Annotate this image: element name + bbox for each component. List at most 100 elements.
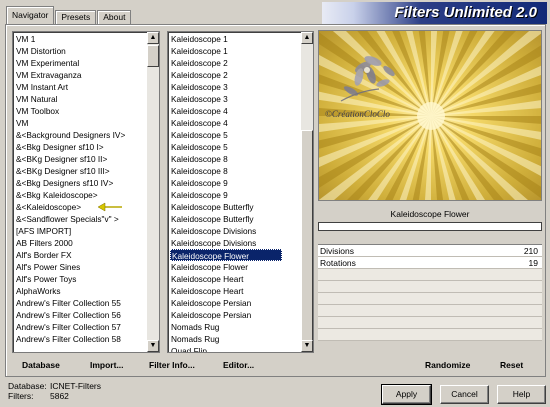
category-item[interactable]: Alf's Power Toys xyxy=(16,273,159,285)
filter-item[interactable]: Nomads Rug xyxy=(171,333,313,345)
filter-info-button[interactable]: Filter Info... xyxy=(149,358,195,372)
category-item[interactable]: Alf's Power Sines xyxy=(16,261,159,273)
help-button[interactable]: Help xyxy=(497,385,546,404)
category-item[interactable]: &<Kaleidoscope> xyxy=(16,201,159,213)
param-row-empty xyxy=(318,281,542,293)
filters-label: Filters: xyxy=(8,391,34,401)
category-item[interactable]: &<Bkg Kaleidoscope> xyxy=(16,189,159,201)
tab-navigator[interactable]: Navigator xyxy=(6,6,55,24)
filter-item[interactable]: Kaleidoscope 5 xyxy=(171,141,313,153)
param-value: 210 xyxy=(523,246,538,256)
filter-item[interactable]: Kaleidoscope Flower xyxy=(171,261,313,273)
category-item[interactable]: [AFS IMPORT] xyxy=(16,225,159,237)
category-item[interactable]: &<Bkg Designers sf10 IV> xyxy=(16,177,159,189)
progress-bar xyxy=(318,222,542,231)
param-row-empty xyxy=(318,305,542,317)
filter-item[interactable]: Kaleidoscope 8 xyxy=(171,153,313,165)
category-item[interactable]: &<Sandflower Specials"v" > xyxy=(16,213,159,225)
filter-item[interactable]: Kaleidoscope 3 xyxy=(171,93,313,105)
category-item[interactable]: &<BKg Designer sf10 II> xyxy=(16,153,159,165)
filter-list[interactable]: Kaleidoscope 1 Kaleidoscope 1 Kaleidoscope… xyxy=(167,31,314,353)
filter-item[interactable]: Kaleidoscope Divisions xyxy=(171,225,313,237)
title-banner: Filters Unlimited 2.0 xyxy=(322,2,547,24)
cancel-button[interactable]: Cancel xyxy=(440,385,489,404)
filter-item[interactable]: Kaleidoscope 9 xyxy=(171,189,313,201)
category-item[interactable]: VM Distortion xyxy=(16,45,159,57)
filter-item[interactable]: Kaleidoscope Persian xyxy=(171,309,313,321)
param-value: 19 xyxy=(528,258,538,268)
filter-item[interactable]: Quad Flip xyxy=(171,345,313,352)
param-row-empty xyxy=(318,269,542,281)
filter-item[interactable]: Kaleidoscope 4 xyxy=(171,105,313,117)
parameter-panel: Divisions 210 Rotations 19 xyxy=(318,244,542,350)
scroll-up-icon[interactable]: ▲ xyxy=(301,32,313,44)
kaleidoscope-preview: ©CréationCloClo xyxy=(319,31,541,200)
editor-button[interactable]: Editor... xyxy=(223,358,254,372)
param-row-empty xyxy=(318,293,542,305)
current-filter-name: Kaleidoscope Flower xyxy=(390,209,470,219)
filter-item[interactable]: Kaleidoscope 2 xyxy=(171,57,313,69)
randomize-button[interactable]: Randomize xyxy=(425,358,470,372)
filter-item[interactable]: Kaleidoscope Butterfly xyxy=(171,201,313,213)
filter-item[interactable]: Kaleidoscope Flower xyxy=(170,249,282,261)
category-item[interactable]: VM xyxy=(16,117,159,129)
category-item[interactable]: Alf's Border FX xyxy=(16,249,159,261)
filter-item[interactable]: Kaleidoscope Heart xyxy=(171,273,313,285)
category-item[interactable]: VM Experimental xyxy=(16,57,159,69)
reset-button[interactable]: Reset xyxy=(500,358,523,372)
filter-item[interactable]: Kaleidoscope Divisions xyxy=(171,237,313,249)
filter-item[interactable]: Kaleidoscope 4 xyxy=(171,117,313,129)
category-item[interactable]: Andrew's Filter Collection 56 xyxy=(16,309,159,321)
category-item[interactable]: &<BKg Designer sf10 III> xyxy=(16,165,159,177)
tab-about[interactable]: About xyxy=(97,10,132,24)
database-label: Database: xyxy=(8,381,47,391)
category-item[interactable]: Andrew's Filter Collection 55 xyxy=(16,297,159,309)
filter-item[interactable]: Kaleidoscope 2 xyxy=(171,69,313,81)
status-area: Database: ICNET-Filters Filters: 5862 xyxy=(8,381,101,401)
category-scroll-thumb[interactable] xyxy=(147,45,159,67)
filter-item[interactable]: Kaleidoscope 9 xyxy=(171,177,313,189)
category-item[interactable]: VM Natural xyxy=(16,93,159,105)
category-item[interactable]: Andrew's Filter Collection 57 xyxy=(16,321,159,333)
filter-item[interactable]: Kaleidoscope Butterfly xyxy=(171,213,313,225)
filter-item[interactable]: Kaleidoscope Heart xyxy=(171,285,313,297)
watermark-text: ©CréationCloClo xyxy=(325,109,390,119)
category-list[interactable]: VM 1 VM Distortion VM Experimental VM Extra… xyxy=(12,31,160,353)
category-item[interactable]: VM 1 xyxy=(16,33,159,45)
param-label: Divisions xyxy=(320,246,355,256)
database-button[interactable]: Database xyxy=(22,358,60,372)
yellow-arrow-icon xyxy=(98,202,122,212)
filter-item[interactable]: Kaleidoscope Persian xyxy=(171,297,313,309)
apply-button[interactable]: Apply xyxy=(381,384,432,405)
scroll-down-icon[interactable]: ▼ xyxy=(147,340,159,352)
filter-scroll-thumb[interactable] xyxy=(301,130,313,342)
filters-count: 5862 xyxy=(50,391,69,401)
category-item[interactable]: VM Toolbox xyxy=(16,105,159,117)
filter-item[interactable]: Nomads Rug xyxy=(171,321,313,333)
filter-item[interactable]: Kaleidoscope 1 xyxy=(171,33,313,45)
database-value: ICNET-Filters xyxy=(50,381,101,391)
scroll-down-icon[interactable]: ▼ xyxy=(301,340,313,352)
category-item[interactable]: Andrew's Filter Collection 58 xyxy=(16,333,159,345)
category-item[interactable]: AB Filters 2000 xyxy=(16,237,159,249)
filter-item[interactable]: Kaleidoscope 8 xyxy=(171,165,313,177)
scroll-up-icon[interactable]: ▲ xyxy=(147,32,159,44)
param-label: Rotations xyxy=(320,258,356,268)
category-item[interactable]: AlphaWorks xyxy=(16,285,159,297)
filter-item[interactable]: Kaleidoscope 1 xyxy=(171,45,313,57)
category-item[interactable]: &<Background Designers IV> xyxy=(16,129,159,141)
category-item[interactable]: &<Bkg Designer sf10 I> xyxy=(16,141,159,153)
param-row-empty xyxy=(318,317,542,329)
tab-presets[interactable]: Presets xyxy=(55,10,97,24)
filter-scrollbar[interactable]: ▲ ▼ xyxy=(301,32,313,352)
param-row-rotations[interactable]: Rotations 19 xyxy=(318,257,542,269)
tab-strip: Navigator Presets About xyxy=(6,6,132,24)
import-button[interactable]: Import... xyxy=(90,358,124,372)
category-item[interactable]: VM Instant Art xyxy=(16,81,159,93)
filter-item[interactable]: Kaleidoscope 5 xyxy=(171,129,313,141)
filters-unlimited-window: Navigator Presets About Filters Unlimite… xyxy=(0,0,550,407)
filter-item[interactable]: Kaleidoscope 3 xyxy=(171,81,313,93)
category-scrollbar[interactable]: ▲ ▼ xyxy=(147,32,159,352)
category-item[interactable]: VM Extravaganza xyxy=(16,69,159,81)
param-row-divisions[interactable]: Divisions 210 xyxy=(318,245,542,257)
